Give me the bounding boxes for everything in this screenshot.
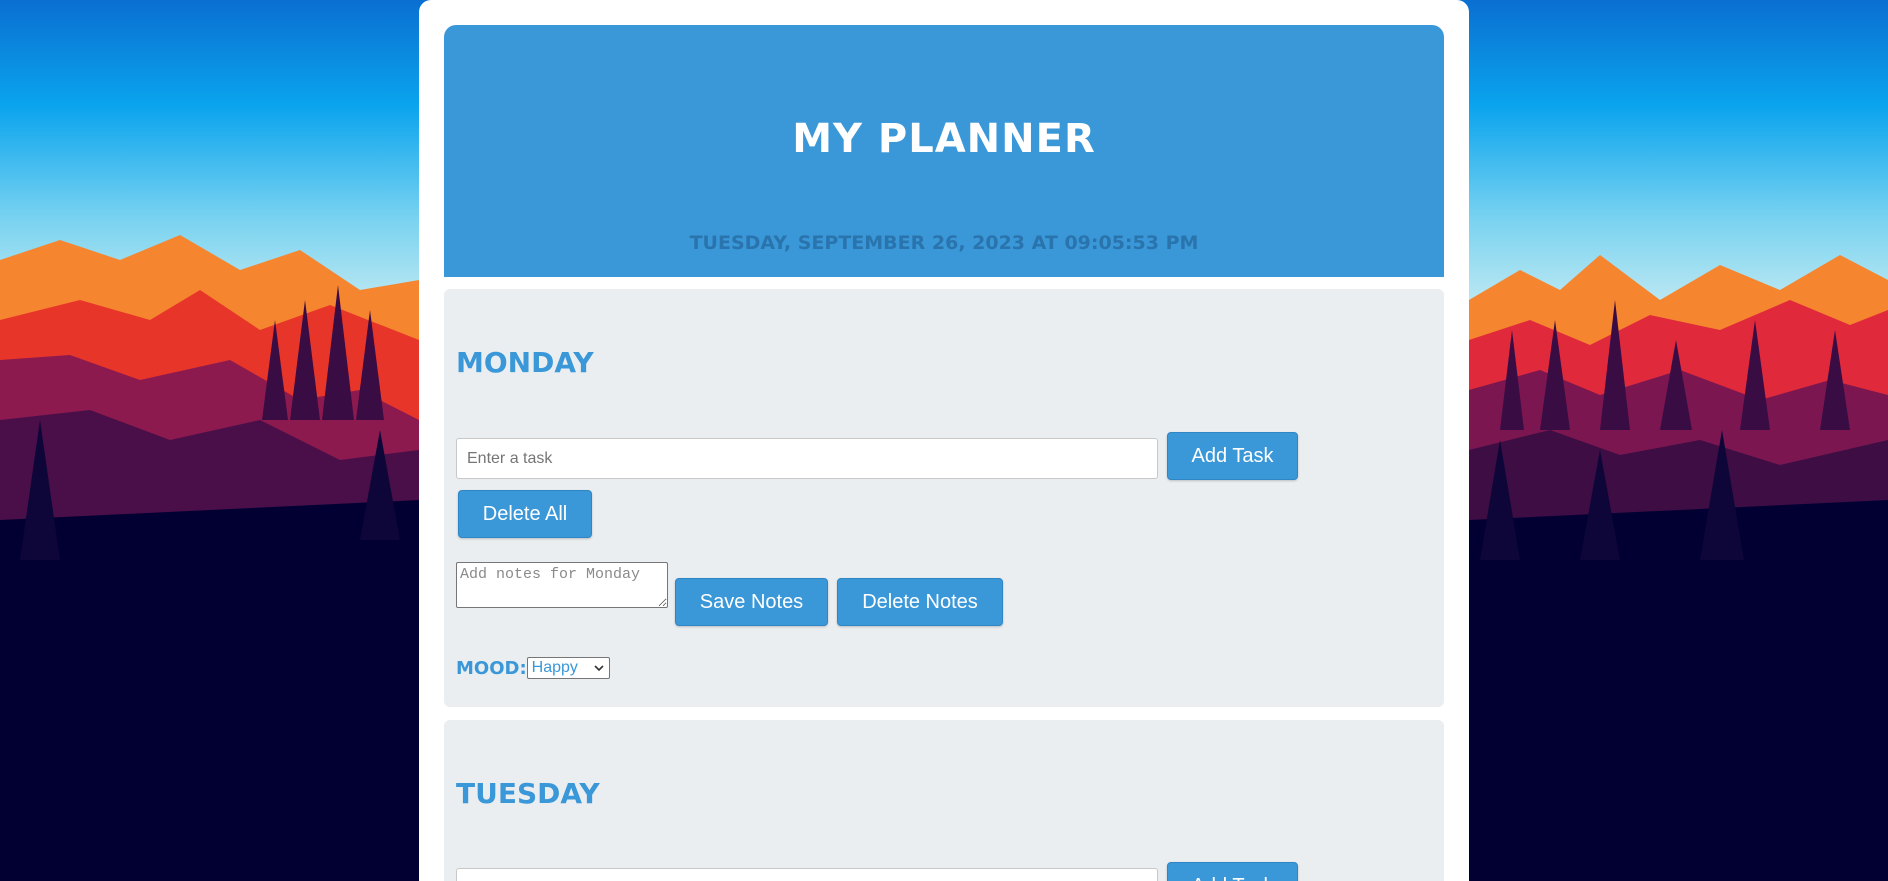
delete-notes-button[interactable]: Delete Notes bbox=[837, 578, 1003, 626]
planner-container: My Planner Tuesday, September 26, 2023 a… bbox=[419, 0, 1469, 881]
chevron-down-icon bbox=[594, 665, 604, 672]
day-title: Tuesday bbox=[456, 777, 600, 810]
mood-label: Mood: bbox=[456, 657, 527, 679]
day-card-tuesday: Tuesday Add Task bbox=[444, 720, 1444, 881]
planner-header: My Planner Tuesday, September 26, 2023 a… bbox=[444, 25, 1444, 277]
add-task-button[interactable]: Add Task bbox=[1167, 432, 1298, 480]
add-task-button[interactable]: Add Task bbox=[1167, 862, 1298, 881]
mood-select-value: Happy bbox=[531, 659, 578, 676]
task-input[interactable] bbox=[456, 438, 1158, 479]
task-input[interactable] bbox=[456, 868, 1158, 881]
delete-all-button[interactable]: Delete All bbox=[458, 490, 592, 538]
current-datetime: Tuesday, September 26, 2023 at 09:05:53 … bbox=[689, 232, 1199, 254]
page-title: My Planner bbox=[792, 116, 1096, 162]
day-card-monday: Monday Add Task Delete All Save Notes De… bbox=[444, 289, 1444, 707]
mood-select[interactable]: Happy bbox=[526, 657, 610, 679]
save-notes-button[interactable]: Save Notes bbox=[675, 578, 828, 626]
notes-textarea[interactable] bbox=[456, 562, 668, 608]
day-title: Monday bbox=[456, 346, 594, 379]
mood-row: Mood: Happy bbox=[456, 656, 610, 680]
